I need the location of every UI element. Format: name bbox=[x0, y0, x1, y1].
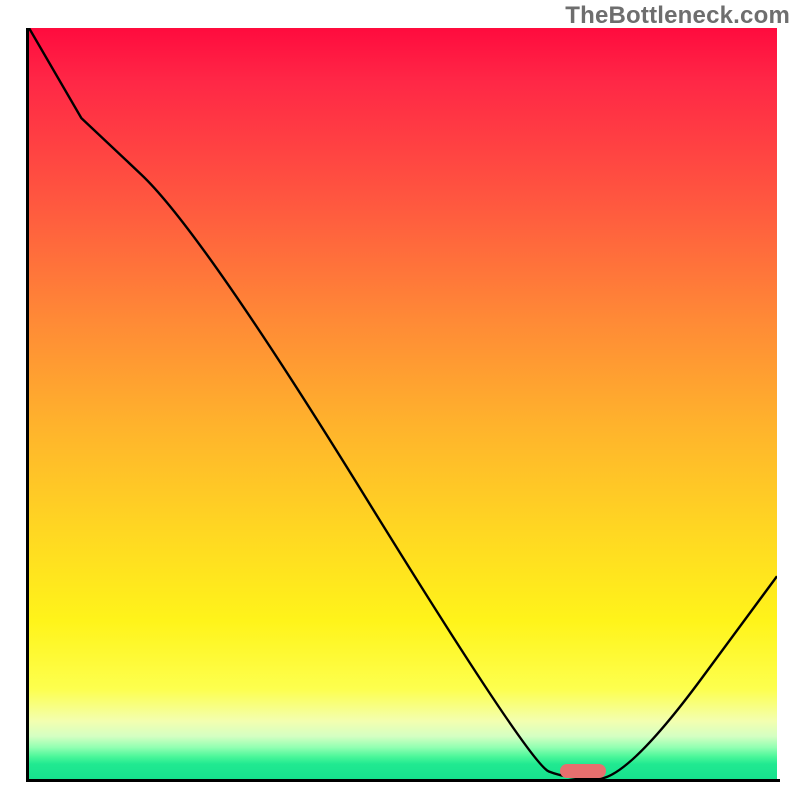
bottleneck-curve bbox=[29, 28, 777, 779]
optimal-marker bbox=[560, 764, 606, 778]
watermark-text: TheBottleneck.com bbox=[565, 2, 790, 30]
plot-area bbox=[29, 28, 777, 779]
chart-container: TheBottleneck.com bbox=[0, 0, 800, 800]
